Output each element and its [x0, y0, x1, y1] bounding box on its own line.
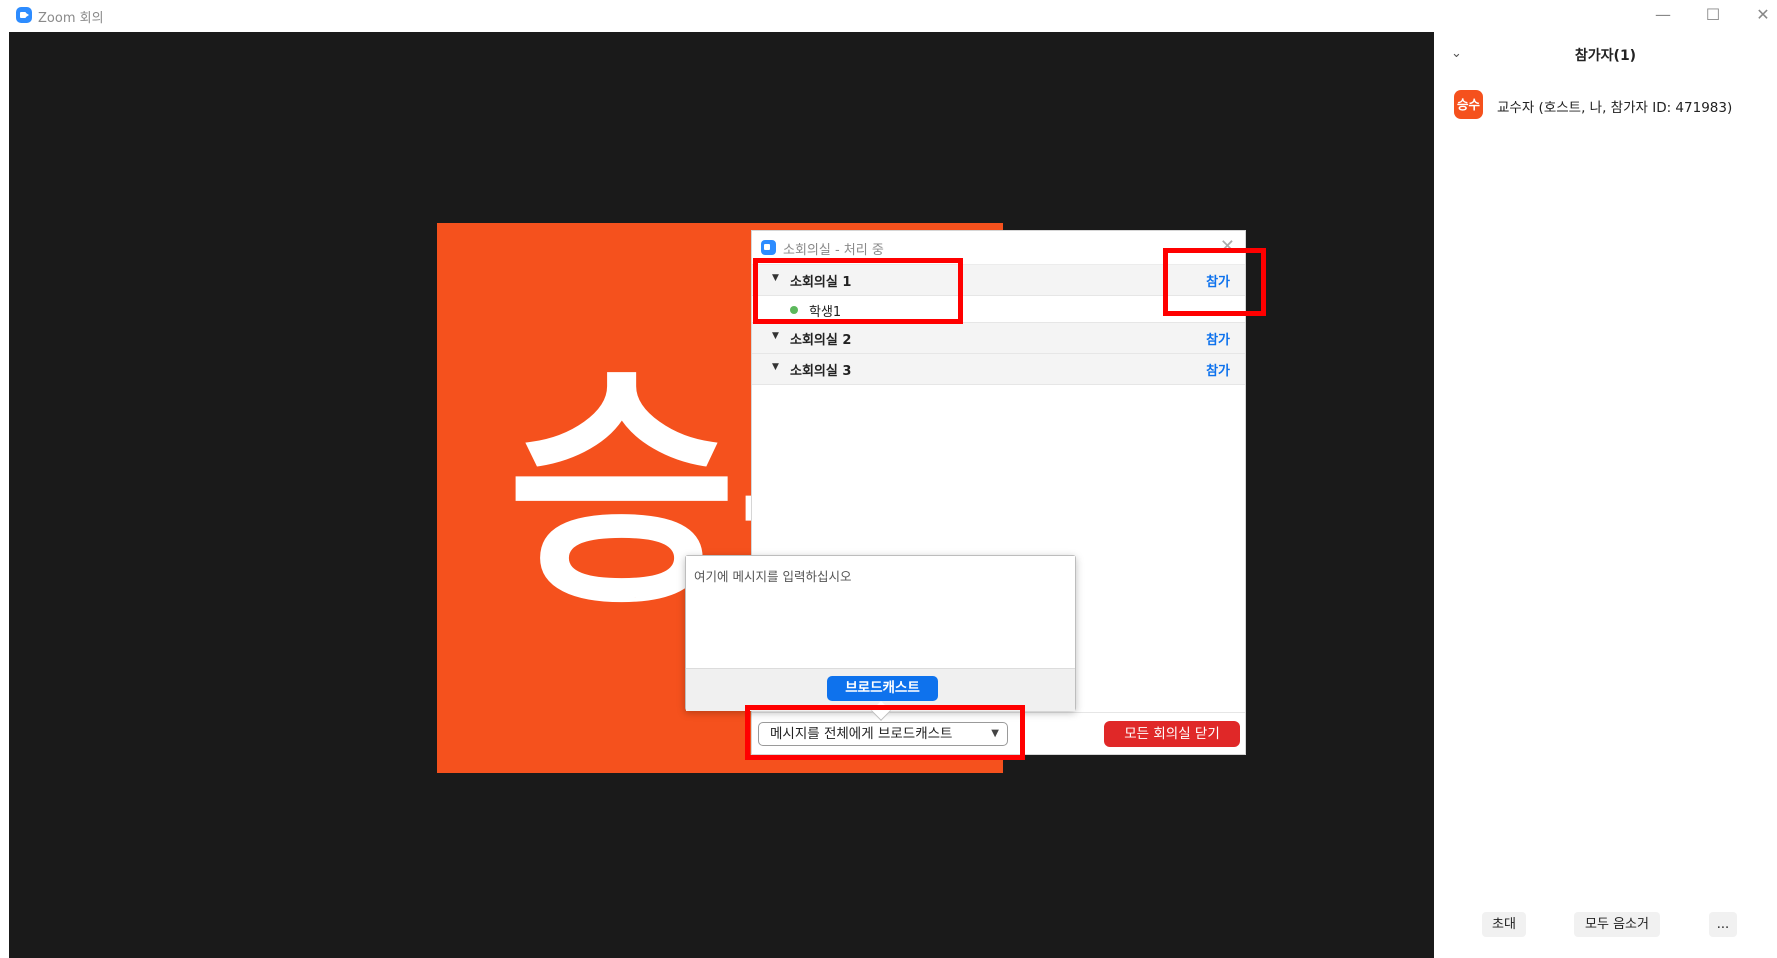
window-title: Zoom 회의 — [38, 11, 104, 26]
highlight-join-button — [1163, 248, 1266, 316]
mute-all-button[interactable]: 모두 음소거 — [1574, 912, 1660, 937]
join-room-2-button[interactable]: 참가 — [1206, 329, 1230, 348]
close-all-rooms-button[interactable]: 모든 회의실 닫기 — [1104, 721, 1240, 747]
avatar: 승수 — [1454, 90, 1483, 119]
close-window-button[interactable]: ✕ — [1748, 4, 1777, 26]
participant-row[interactable]: 승수 교수자 (호스트, 나, 참가자 ID: 471983) — [1454, 90, 1764, 120]
title-bar: Zoom 회의 — ☐ ✕ — [0, 0, 1777, 31]
highlight-room-1 — [753, 258, 963, 324]
panel-footer: 초대 모두 음소거 ... — [1434, 912, 1777, 952]
broadcast-message-popup: 브로드캐스트 — [685, 555, 1076, 721]
room-name: 소회의실 3 — [790, 364, 852, 379]
room-name: 소회의실 2 — [790, 333, 852, 348]
dialog-title: 소회의실 - 처리 중 — [783, 243, 884, 258]
participants-title: 참가자(1) — [1574, 48, 1637, 64]
invite-button[interactable]: 초대 — [1482, 912, 1526, 937]
zoom-logo-icon — [761, 240, 776, 255]
participants-panel: ⌄ 참가자(1) 승수 교수자 (호스트, 나, 참가자 ID: 471983)… — [1434, 32, 1777, 958]
expand-arrow-icon[interactable]: ▼ — [772, 331, 779, 341]
more-options-button[interactable]: ... — [1709, 912, 1737, 937]
minimize-button[interactable]: — — [1648, 4, 1678, 26]
maximize-button[interactable]: ☐ — [1698, 4, 1728, 26]
broadcast-button[interactable]: 브로드캐스트 — [827, 676, 938, 701]
zoom-logo-icon — [16, 7, 32, 23]
participant-name: 교수자 (호스트, 나, 참가자 ID: 471983) — [1497, 100, 1733, 116]
broadcast-message-input[interactable] — [686, 556, 1075, 668]
highlight-broadcast-dropdown — [745, 705, 1025, 760]
breakout-room-3[interactable]: ▼ 소회의실 3 참가 — [752, 354, 1245, 385]
expand-arrow-icon[interactable]: ▼ — [772, 362, 779, 372]
breakout-room-2[interactable]: ▼ 소회의실 2 참가 — [752, 323, 1245, 354]
join-room-3-button[interactable]: 참가 — [1206, 360, 1230, 379]
